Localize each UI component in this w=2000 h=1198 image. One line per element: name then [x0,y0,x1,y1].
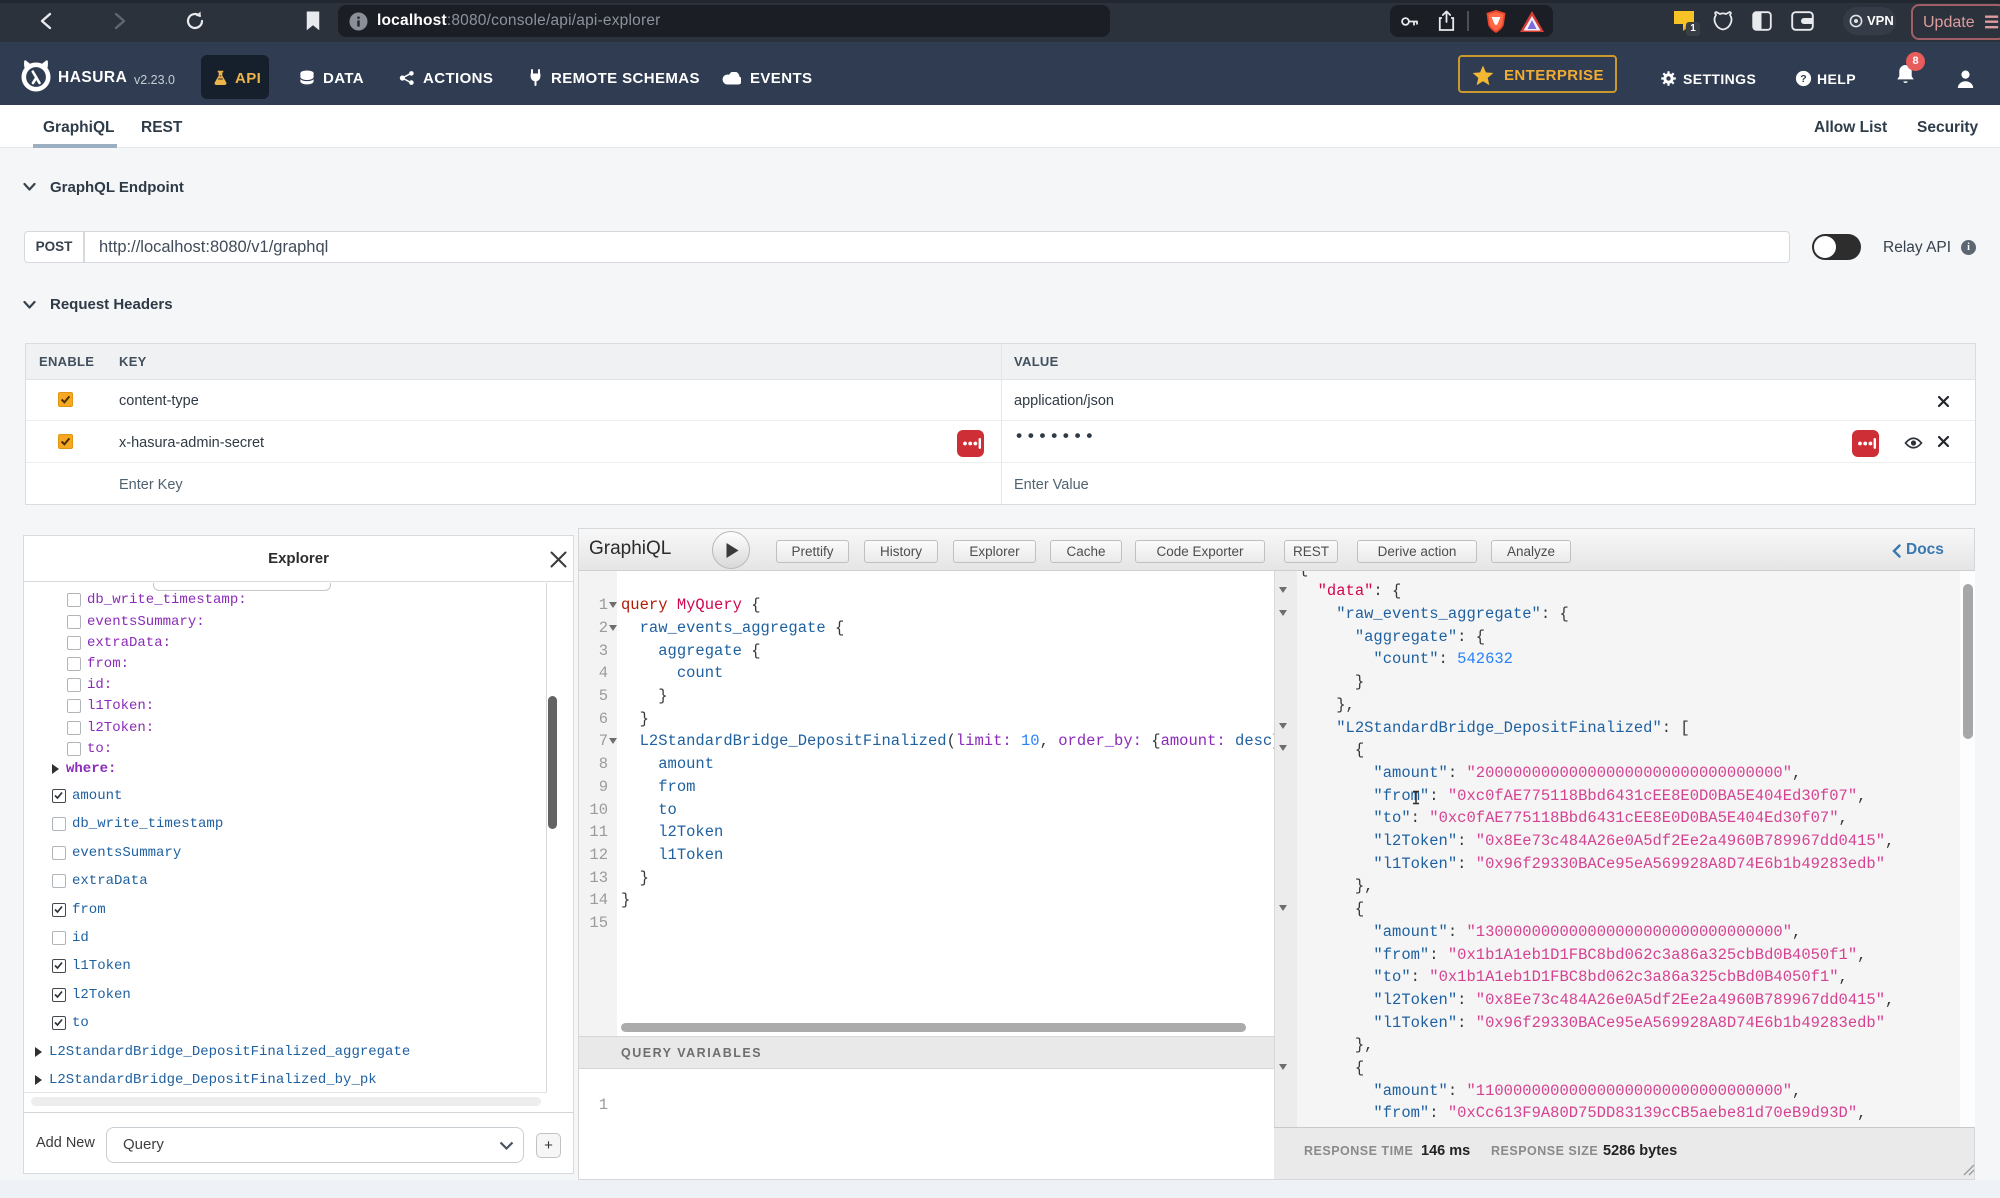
svg-text:?: ? [1800,73,1806,85]
